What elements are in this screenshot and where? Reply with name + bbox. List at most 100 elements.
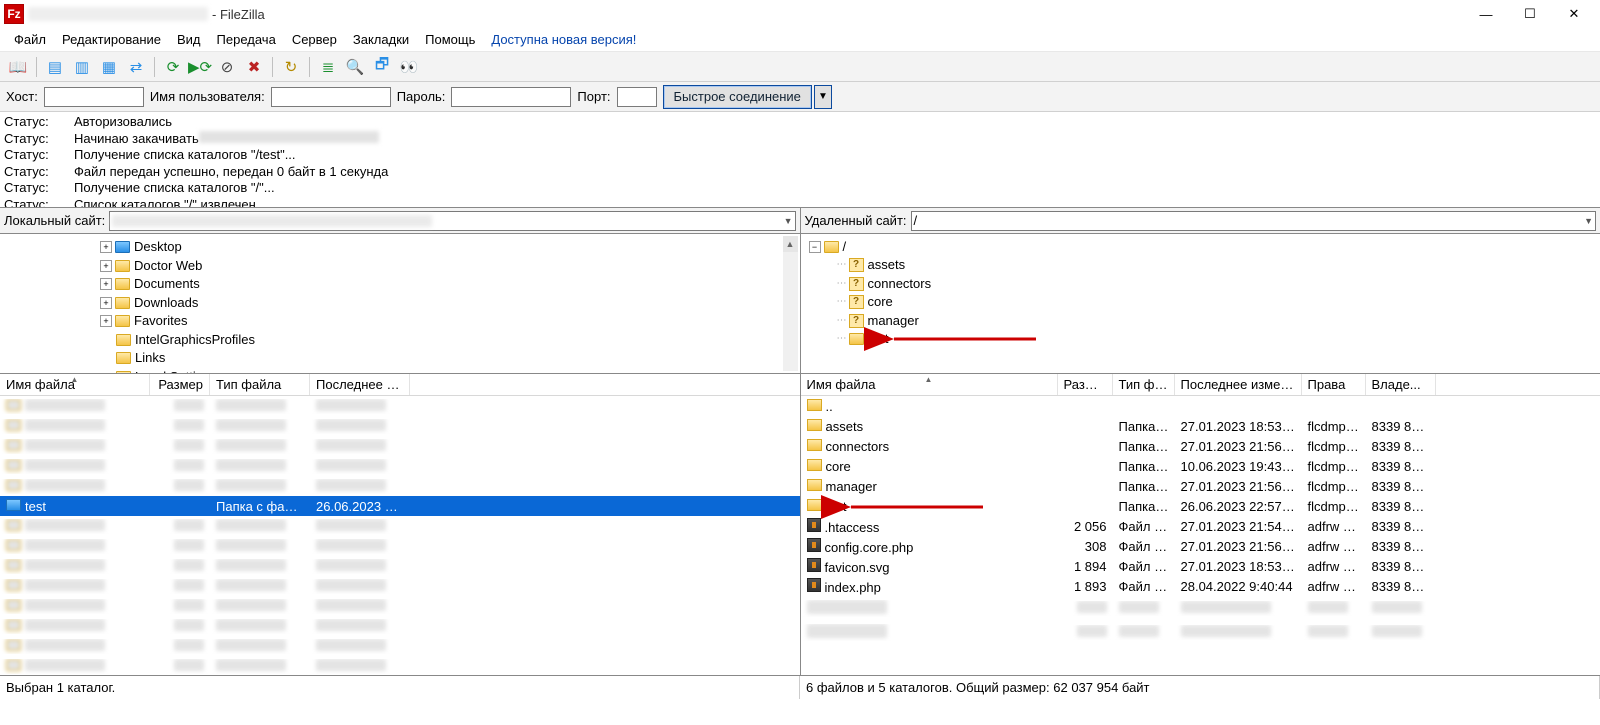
toggle-remote-tree-icon[interactable]: ▦ (97, 55, 121, 79)
list-item[interactable] (0, 476, 800, 496)
list-item[interactable] (0, 396, 800, 416)
process-queue-icon[interactable]: ▶⟳ (188, 55, 212, 79)
col-name[interactable]: ▲Имя файла (801, 374, 1058, 395)
reconnect-icon[interactable]: ↻ (279, 55, 303, 79)
refresh-icon[interactable]: ⟳ (161, 55, 185, 79)
chevron-down-icon[interactable]: ▼ (1584, 216, 1593, 226)
tree-item[interactable]: +Doctor Web (100, 257, 792, 276)
scrollbar[interactable]: ▲ (783, 236, 798, 371)
local-tree[interactable]: ▲ +Desktop+Doctor Web+Documents+Download… (0, 234, 800, 374)
list-item[interactable]: .htaccess2 056Файл "H...27.01.2023 21:54… (801, 516, 1600, 536)
list-item[interactable]: index.php1 893Файл "P...28.04.2022 9:40:… (801, 576, 1600, 596)
expand-icon[interactable]: + (100, 241, 112, 253)
status-label: Статус: (4, 114, 74, 131)
menu-help[interactable]: Помощь (417, 29, 483, 50)
port-input[interactable] (617, 87, 657, 107)
list-item[interactable]: coreПапка с ...10.06.2023 19:43:54flcdmp… (801, 456, 1600, 476)
cancel-icon[interactable]: ⊘ (215, 55, 239, 79)
list-item[interactable]: managerПапка с ...27.01.2023 21:56:29flc… (801, 476, 1600, 496)
filter-icon[interactable]: ≣ (316, 55, 340, 79)
menu-edit[interactable]: Редактирование (54, 29, 169, 50)
toggle-log-icon[interactable]: ▤ (43, 55, 67, 79)
list-item[interactable] (0, 536, 800, 556)
toggle-local-tree-icon[interactable]: ▥ (70, 55, 94, 79)
tree-item[interactable]: Links (100, 349, 792, 368)
collapse-icon[interactable]: − (809, 241, 821, 253)
local-path-combo[interactable]: ▼ (109, 211, 795, 231)
list-item[interactable] (0, 636, 800, 656)
tree-item[interactable]: +Favorites (100, 312, 792, 331)
site-manager-icon[interactable]: 📖 (6, 55, 30, 79)
sync-browse-icon[interactable]: 🗗 (370, 55, 394, 79)
list-item[interactable] (0, 436, 800, 456)
pass-input[interactable] (451, 87, 571, 107)
col-modified[interactable]: Последнее измен... (1175, 374, 1302, 395)
col-modified[interactable]: Последнее из... (310, 374, 410, 395)
expand-icon[interactable]: + (100, 297, 112, 309)
col-perms[interactable]: Права (1302, 374, 1366, 395)
list-item[interactable] (0, 556, 800, 576)
list-item[interactable] (0, 416, 800, 436)
chevron-down-icon[interactable]: ▼ (784, 216, 793, 226)
compare-icon[interactable]: 🔍 (343, 55, 367, 79)
remote-tree[interactable]: −/⋯?assets⋯?connectors⋯?core⋯?manager⋯te… (801, 234, 1600, 374)
list-item[interactable] (0, 596, 800, 616)
quick-connect-dropdown[interactable]: ▼ (814, 85, 832, 109)
minimize-button[interactable]: — (1464, 0, 1508, 28)
list-item[interactable] (0, 576, 800, 596)
tree-item[interactable]: ⋯test (837, 330, 1593, 349)
menu-file[interactable]: Файл (6, 29, 54, 50)
status-log[interactable]: Статус:Авторизовались Статус:Начинаю зак… (0, 112, 1600, 208)
remote-file-list[interactable]: ..assetsПапка с ...27.01.2023 18:53:29fl… (801, 396, 1600, 675)
col-size[interactable]: Размер (150, 374, 210, 395)
list-item[interactable] (0, 456, 800, 476)
tree-item[interactable]: +Desktop (100, 238, 792, 257)
tree-item[interactable]: ⋯?assets (837, 256, 1593, 275)
list-item[interactable]: favicon.svg1 894Файл "SV...27.01.2023 18… (801, 556, 1600, 576)
local-file-header: ▲Имя файла Размер Тип файла Последнее из… (0, 374, 800, 396)
menu-bookmarks[interactable]: Закладки (345, 29, 417, 50)
menu-transfer[interactable]: Передача (209, 29, 284, 50)
tree-item[interactable]: ⋯?manager (837, 312, 1593, 331)
expand-icon[interactable]: + (100, 315, 112, 327)
col-owner[interactable]: Владе... (1366, 374, 1436, 395)
remote-path-combo[interactable]: / ▼ (911, 211, 1596, 231)
list-item[interactable] (801, 620, 1600, 644)
menu-view[interactable]: Вид (169, 29, 209, 50)
col-size[interactable]: Размер (1058, 374, 1113, 395)
col-name[interactable]: ▲Имя файла (0, 374, 150, 395)
menu-server[interactable]: Сервер (284, 29, 345, 50)
folder-icon (824, 241, 839, 253)
tree-item[interactable]: +Documents (100, 275, 792, 294)
expand-icon[interactable]: + (100, 278, 112, 290)
list-item[interactable]: connectorsПапка с ...27.01.2023 21:56:09… (801, 436, 1600, 456)
close-button[interactable]: ✕ (1552, 0, 1596, 28)
list-item-selected[interactable]: testПапка с файл...26.06.2023 22:... (0, 496, 800, 516)
disconnect-icon[interactable]: ✖ (242, 55, 266, 79)
list-item[interactable] (0, 516, 800, 536)
menu-new-version[interactable]: Доступна новая версия! (483, 29, 644, 50)
col-type[interactable]: Тип файла (210, 374, 310, 395)
list-item[interactable] (0, 656, 800, 675)
tree-item[interactable]: +Downloads (100, 294, 792, 313)
tree-item[interactable]: IntelGraphicsProfiles (100, 331, 792, 350)
expand-icon[interactable]: + (100, 260, 112, 272)
list-item[interactable] (801, 596, 1600, 620)
list-item[interactable] (0, 616, 800, 636)
list-item-up[interactable]: .. (801, 396, 1600, 416)
tree-root[interactable]: −/ (809, 238, 1593, 256)
tree-item[interactable]: ⋯?connectors (837, 275, 1593, 294)
col-type[interactable]: Тип фай... (1113, 374, 1175, 395)
local-file-list[interactable]: testПапка с файл...26.06.2023 22:... (0, 396, 800, 675)
user-input[interactable] (271, 87, 391, 107)
toggle-queue-icon[interactable]: ⇄ (124, 55, 148, 79)
list-item[interactable]: config.core.php308Файл "P...27.01.2023 2… (801, 536, 1600, 556)
tree-item[interactable]: ⋯?core (837, 293, 1593, 312)
file-icon (807, 578, 821, 592)
host-input[interactable] (44, 87, 144, 107)
search-icon[interactable]: 👀 (397, 55, 421, 79)
maximize-button[interactable]: ☐ (1508, 0, 1552, 28)
list-item[interactable]: assetsПапка с ...27.01.2023 18:53:29flcd… (801, 416, 1600, 436)
quick-connect-button[interactable]: Быстрое соединение (663, 85, 812, 109)
list-item[interactable]: testПапка с ...26.06.2023 22:57:59flcdmp… (801, 496, 1600, 516)
